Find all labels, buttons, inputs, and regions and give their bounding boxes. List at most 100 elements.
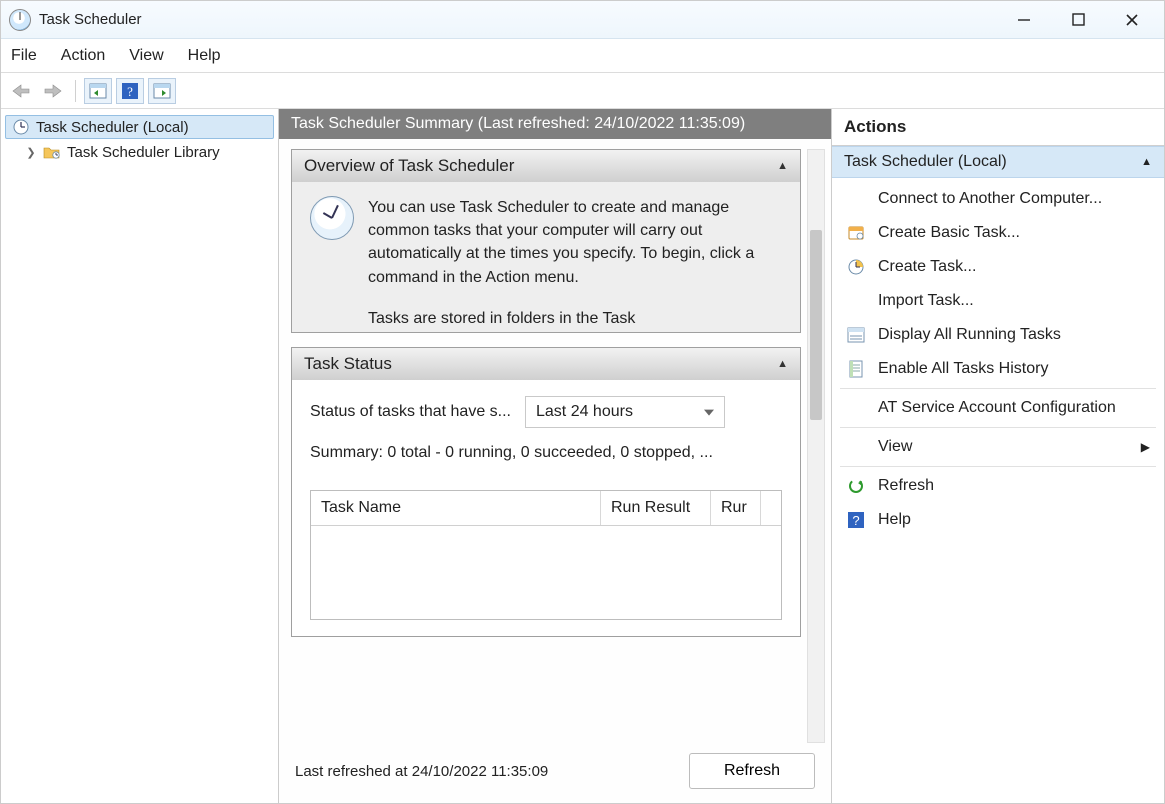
timeframe-value: Last 24 hours xyxy=(536,403,633,420)
action-at-service[interactable]: AT Service Account Configuration xyxy=(832,391,1164,425)
center-pane: Task Scheduler Summary (Last refreshed: … xyxy=(279,109,832,803)
overview-text-cut: Tasks are stored in folders in the Task xyxy=(368,307,782,330)
menu-help[interactable]: Help xyxy=(188,47,221,65)
close-icon xyxy=(1125,13,1139,27)
action-label: View xyxy=(878,438,912,456)
actions-list: Connect to Another Computer... Create Ba… xyxy=(832,178,1164,541)
task-scheduler-window: Task Scheduler File Action View Help xyxy=(0,0,1165,804)
last-refreshed-label: Last refreshed at 24/10/2022 11:35:09 xyxy=(295,763,548,780)
svg-text:?: ? xyxy=(127,84,133,99)
task-status-table: Task Name Run Result Rur xyxy=(310,490,782,620)
action-help[interactable]: ? Help xyxy=(832,503,1164,537)
scrollbar-thumb[interactable] xyxy=(810,230,822,420)
col-run[interactable]: Rur xyxy=(711,491,761,525)
overview-panel-title: Overview of Task Scheduler xyxy=(304,156,514,176)
summary-header: Task Scheduler Summary (Last refreshed: … xyxy=(279,109,831,139)
action-display-running[interactable]: Display All Running Tasks xyxy=(832,318,1164,352)
window-controls xyxy=(1010,6,1156,34)
timeframe-select[interactable]: Last 24 hours xyxy=(525,396,725,428)
col-task-name[interactable]: Task Name xyxy=(311,491,601,525)
task-status-body: Status of tasks that have s... Last 24 h… xyxy=(292,380,800,636)
toolbar-show-hide-actions-button[interactable] xyxy=(148,78,176,104)
overview-text: You can use Task Scheduler to create and… xyxy=(368,196,782,289)
action-label: Import Task... xyxy=(878,292,974,310)
task-status-header[interactable]: Task Status ▲ xyxy=(292,348,800,380)
help-icon: ? xyxy=(846,510,866,530)
actions-pane: Actions Task Scheduler (Local) ▲ Connect… xyxy=(832,109,1164,803)
toolbar-help-button[interactable]: ? xyxy=(116,78,144,104)
titlebar: Task Scheduler xyxy=(1,1,1164,39)
menu-action[interactable]: Action xyxy=(61,47,105,65)
collapse-icon: ▲ xyxy=(777,358,788,370)
actions-separator xyxy=(840,388,1156,389)
create-task-icon xyxy=(846,257,866,277)
minimize-button[interactable] xyxy=(1010,6,1038,34)
toolbar: ? xyxy=(1,73,1164,109)
history-icon xyxy=(846,359,866,379)
action-enable-history[interactable]: Enable All Tasks History xyxy=(832,352,1164,386)
action-label: Create Task... xyxy=(878,258,976,276)
actions-scope-header[interactable]: Task Scheduler (Local) ▲ xyxy=(832,146,1164,178)
collapse-icon: ▲ xyxy=(777,160,788,172)
expand-collapse-toggle[interactable]: ❯ xyxy=(25,146,37,159)
window-title: Task Scheduler xyxy=(39,11,142,28)
action-import-task[interactable]: Import Task... xyxy=(832,284,1164,318)
overview-panel-body: You can use Task Scheduler to create and… xyxy=(292,182,800,332)
toolbar-separator xyxy=(75,80,76,102)
status-summary-text: Summary: 0 total - 0 running, 0 succeede… xyxy=(310,444,782,462)
action-label: Create Basic Task... xyxy=(878,224,1020,242)
action-refresh[interactable]: Refresh xyxy=(832,469,1164,503)
action-label: Help xyxy=(878,511,911,529)
refresh-button[interactable]: Refresh xyxy=(689,753,815,789)
nav-forward-button[interactable] xyxy=(39,78,67,104)
action-label: Enable All Tasks History xyxy=(878,360,1048,378)
task-scheduler-icon xyxy=(12,118,30,136)
close-button[interactable] xyxy=(1118,6,1146,34)
panel-actions-icon xyxy=(153,83,171,99)
action-label: Connect to Another Computer... xyxy=(878,190,1102,208)
maximize-icon xyxy=(1072,13,1085,26)
console-tree: Task Scheduler (Local) ❯ Task Scheduler … xyxy=(1,109,279,803)
task-status-title: Task Status xyxy=(304,354,392,374)
running-tasks-icon xyxy=(846,325,866,345)
action-connect[interactable]: Connect to Another Computer... xyxy=(832,182,1164,216)
action-label: AT Service Account Configuration xyxy=(878,399,1116,417)
vertical-scrollbar[interactable] xyxy=(807,149,825,743)
create-basic-task-icon xyxy=(846,223,866,243)
action-create-task[interactable]: Create Task... xyxy=(832,250,1164,284)
center-footer: Last refreshed at 24/10/2022 11:35:09 Re… xyxy=(279,743,831,803)
center-content: Overview of Task Scheduler ▲ You can use… xyxy=(291,149,801,743)
actions-separator xyxy=(840,466,1156,467)
overview-panel: Overview of Task Scheduler ▲ You can use… xyxy=(291,149,801,333)
svg-text:?: ? xyxy=(852,513,859,528)
actions-scope-label: Task Scheduler (Local) xyxy=(844,153,1007,171)
action-label: Refresh xyxy=(878,477,934,495)
tree-root[interactable]: Task Scheduler (Local) xyxy=(5,115,274,139)
overview-panel-header[interactable]: Overview of Task Scheduler ▲ xyxy=(292,150,800,182)
chevron-right-icon: ▶ xyxy=(1141,440,1150,454)
center-body: Overview of Task Scheduler ▲ You can use… xyxy=(279,139,831,743)
task-status-panel: Task Status ▲ Status of tasks that have … xyxy=(291,347,801,637)
panel-tree-icon xyxy=(89,83,107,99)
toolbar-show-hide-tree-button[interactable] xyxy=(84,78,112,104)
folder-icon xyxy=(43,143,61,161)
action-create-basic-task[interactable]: Create Basic Task... xyxy=(832,216,1164,250)
nav-back-button[interactable] xyxy=(7,78,35,104)
tree-library-label: Task Scheduler Library xyxy=(67,144,220,161)
action-label: Display All Running Tasks xyxy=(878,326,1061,344)
menu-file[interactable]: File xyxy=(11,47,37,65)
tree-root-label: Task Scheduler (Local) xyxy=(36,119,189,136)
refresh-icon xyxy=(846,476,866,496)
minimize-icon xyxy=(1017,13,1031,27)
tree-library[interactable]: ❯ Task Scheduler Library xyxy=(23,141,274,163)
actions-title: Actions xyxy=(832,109,1164,146)
maximize-button[interactable] xyxy=(1064,6,1092,34)
menu-view[interactable]: View xyxy=(129,47,163,65)
arrow-right-icon xyxy=(43,83,63,99)
action-view[interactable]: View ▶ xyxy=(832,430,1164,464)
col-run-result[interactable]: Run Result xyxy=(601,491,711,525)
status-filter-label: Status of tasks that have s... xyxy=(310,403,511,421)
menubar: File Action View Help xyxy=(1,39,1164,73)
arrow-left-icon xyxy=(11,83,31,99)
help-icon: ? xyxy=(121,82,139,100)
